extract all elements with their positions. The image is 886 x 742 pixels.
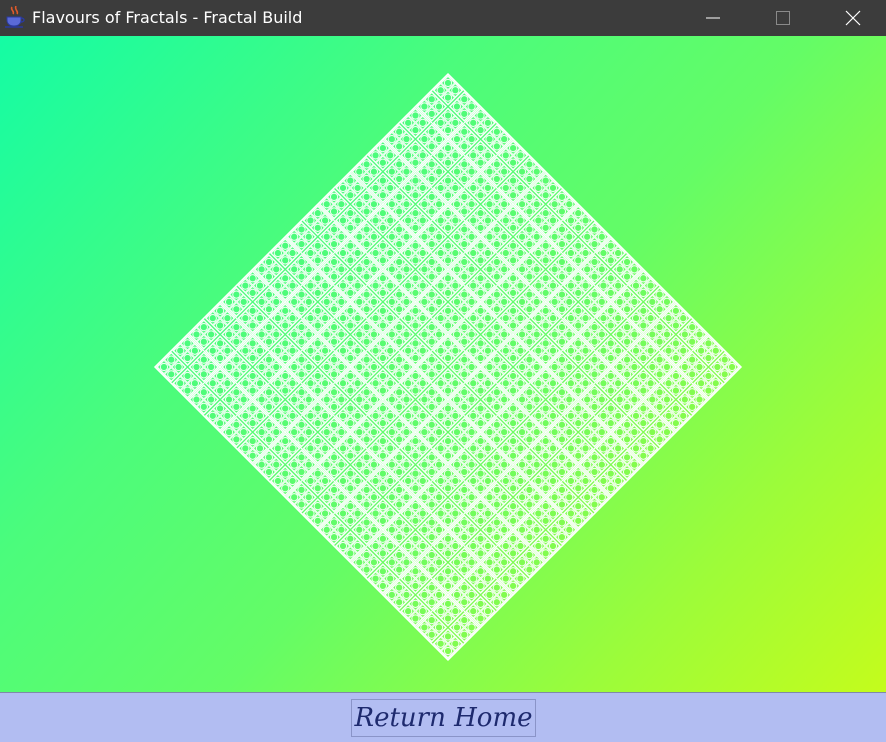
close-icon: [845, 10, 861, 26]
window-title: Flavours of Fractals - Fractal Build: [32, 8, 303, 27]
fractal-canvas: [0, 36, 886, 692]
maximize-button[interactable]: [748, 0, 818, 36]
minimize-button[interactable]: [678, 0, 748, 36]
fractal-drawing: [153, 72, 743, 662]
java-coffee-cup-icon: [5, 6, 25, 28]
minimize-icon: [706, 17, 720, 19]
return-home-button[interactable]: Return Home: [351, 699, 536, 737]
bottom-panel: Return Home: [0, 692, 886, 742]
app-window: Flavours of Fractals - Fractal Build Ret…: [0, 0, 886, 742]
maximize-icon: [776, 11, 790, 25]
fractal-pattern: [154, 73, 742, 661]
close-button[interactable]: [818, 0, 886, 36]
fractal-outline: [153, 72, 743, 662]
title-bar[interactable]: Flavours of Fractals - Fractal Build: [0, 0, 886, 36]
